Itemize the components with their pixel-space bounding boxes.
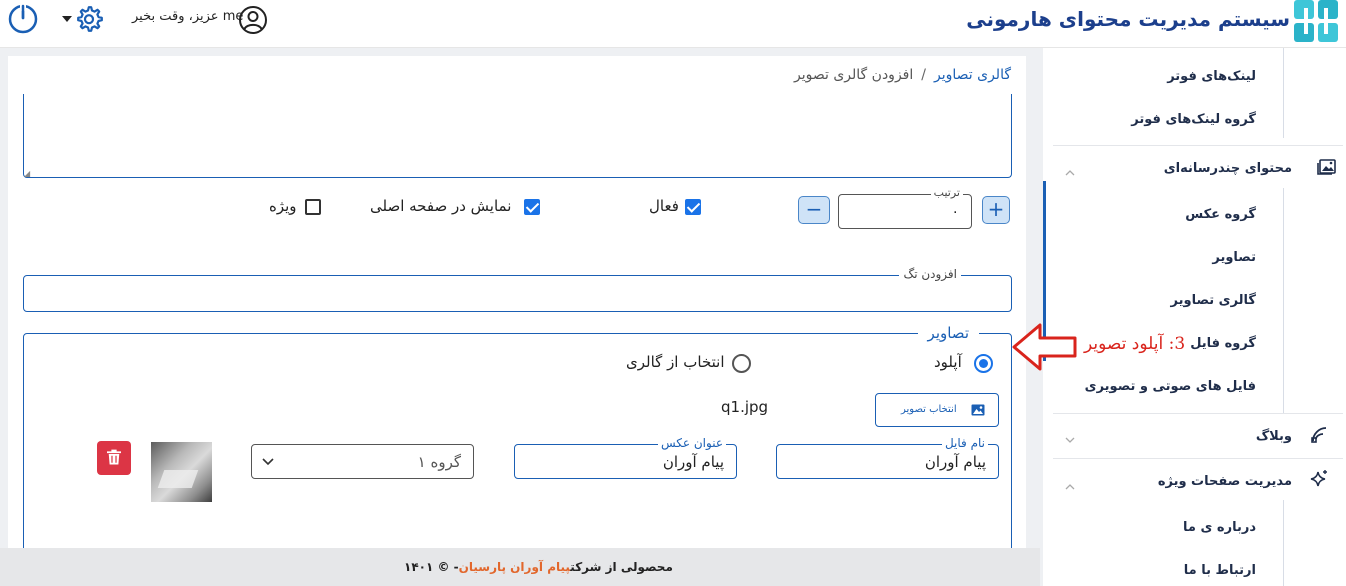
rss-icon (1311, 427, 1327, 443)
order-decrement-button[interactable]: − (798, 196, 830, 224)
order-value: ۰ (951, 204, 959, 220)
resize-handle-icon[interactable]: ◢ (24, 169, 30, 178)
sidebar-section-multimedia[interactable]: محتوای چندرسانه‌ای (1164, 161, 1292, 176)
footer-text: محصولی از شرکتپیام آوران پارسیان- © ۱۴۰۱ (404, 560, 673, 574)
greeting-text: me عزیز، وقت بخیر (132, 9, 244, 24)
breadcrumb-current: افزودن گالری تصویر (794, 67, 914, 83)
upload-radio[interactable] (974, 354, 993, 373)
images-fieldset: تصاویر آپلود انتخاب از گالری انتخاب تصوی… (23, 324, 1012, 548)
power-icon[interactable] (7, 3, 39, 35)
footer: محصولی از شرکتپیام آوران پارسیان- © ۱۴۰۱ (0, 548, 1040, 586)
image-title-input[interactable]: عنوان عکس پیام آوران (514, 436, 737, 479)
footer-copyright: - © ۱۴۰۱ (404, 560, 459, 574)
divider (1053, 413, 1343, 414)
sidebar-item-photo-group[interactable]: گروه عکس (1185, 207, 1256, 222)
sidebar-section-special-pages[interactable]: مدیریت صفحات ویژه (1158, 474, 1292, 489)
file-name-value: پیام آوران (924, 453, 986, 471)
image-thumbnail (151, 442, 212, 502)
upload-radio-label: آپلود (934, 353, 962, 371)
footer-company-link[interactable]: پیام آوران پارسیان (459, 560, 571, 574)
chevron-up-icon[interactable] (1065, 484, 1075, 490)
featured-checkbox[interactable] (305, 199, 321, 215)
active-checkbox[interactable] (685, 199, 701, 215)
selected-filename: q1.jpg (721, 398, 769, 416)
breadcrumb: گالری تصاویر / افزودن گالری تصویر (794, 67, 1011, 83)
sidebar-item-contact-us[interactable]: ارتباط با ما (1184, 563, 1256, 578)
select-from-gallery-radio[interactable] (732, 354, 751, 373)
image-title-value: پیام آوران (662, 453, 724, 471)
breadcrumb-link-gallery[interactable]: گالری تصاویر (934, 67, 1011, 83)
add-tag-label: افزودن تگ (899, 267, 961, 281)
images-legend: تصاویر (917, 324, 979, 342)
top-header: me عزیز، وقت بخیر سیستم مدیریت محتوای ها… (0, 0, 1346, 48)
show-on-home-checkbox[interactable] (524, 199, 540, 215)
sidebar-tree-line (1283, 188, 1284, 413)
choose-image-button[interactable]: انتخاب تصویر (875, 393, 999, 427)
sidebar-item-image-gallery[interactable]: گالری تصاویر (1171, 293, 1256, 308)
user-icon[interactable] (238, 5, 268, 35)
file-name-input[interactable]: نام فایل پیام آوران (776, 436, 999, 479)
sidebar: لینک‌های فوتر گروه لینک‌های فوتر محتوای … (1043, 48, 1346, 586)
choose-image-label: انتخاب تصویر (901, 404, 957, 415)
add-tag-input[interactable]: افزودن تگ (23, 267, 1012, 312)
brand-title: سیستم مدیریت محتوای هارمونی (966, 7, 1290, 31)
sidebar-item-about-us[interactable]: درباره ی ما (1183, 520, 1256, 535)
show-on-home-label: نمایش در صفحه اصلی (370, 197, 512, 215)
sidebar-tree-line (1283, 48, 1284, 138)
order-increment-button[interactable]: + (982, 196, 1010, 224)
delete-image-button[interactable] (97, 441, 131, 475)
sidebar-item-images[interactable]: تصاویر (1212, 250, 1256, 265)
sidebar-item-footer-links[interactable]: لینک‌های فوتر (1167, 69, 1256, 84)
order-field[interactable]: ترتیب ۰ (838, 186, 972, 229)
media-icon (1317, 159, 1336, 175)
order-label: ترتیب (930, 186, 963, 199)
breadcrumb-separator: / (921, 67, 926, 83)
divider (1053, 458, 1343, 459)
main-content: گالری تصاویر / افزودن گالری تصویر ◢ + ترتی… (8, 56, 1026, 548)
sidebar-section-blog[interactable]: وبلاگ (1256, 429, 1292, 444)
footer-prefix: محصولی از شرکت (570, 560, 673, 574)
gear-icon (77, 6, 103, 32)
chevron-down-icon (62, 16, 72, 22)
description-textarea[interactable] (23, 94, 1012, 178)
harmony-logo (1294, 0, 1338, 42)
file-name-label: نام فایل (941, 436, 988, 450)
group-select-value: گروه ۱ (417, 453, 461, 471)
featured-label: ویژه (269, 197, 297, 215)
chevron-up-icon[interactable] (1065, 170, 1075, 176)
annotation-arrow-icon (1012, 323, 1077, 371)
annotation-label: 3: آپلود تصویر (1084, 334, 1186, 354)
settings-dropdown[interactable] (62, 4, 110, 34)
sparkles-icon (1310, 470, 1327, 487)
active-label: فعال (649, 197, 679, 215)
chevron-down-icon (262, 458, 274, 466)
divider (1053, 145, 1343, 146)
image-icon (971, 404, 985, 416)
chevron-down-icon[interactable] (1065, 437, 1075, 443)
sidebar-item-footer-link-groups[interactable]: گروه لینک‌های فوتر (1131, 112, 1256, 127)
sidebar-tree-line (1283, 500, 1284, 586)
trash-icon (107, 449, 121, 465)
group-select[interactable]: گروه ۱ (251, 444, 474, 479)
sidebar-item-audio-video-files[interactable]: فایل های صوتی و تصویری (1085, 379, 1256, 394)
sidebar-item-file-group[interactable]: گروه فایل (1190, 336, 1256, 351)
select-from-gallery-label: انتخاب از گالری (626, 353, 725, 371)
image-title-label: عنوان عکس (657, 436, 726, 450)
